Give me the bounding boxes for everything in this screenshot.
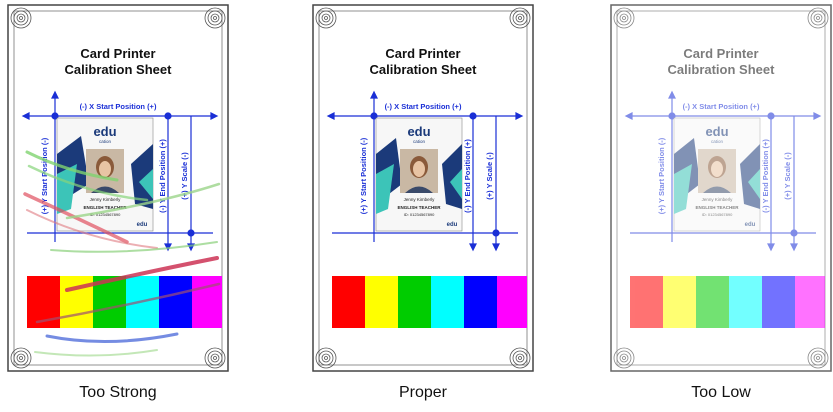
color-bars xyxy=(332,276,527,328)
card-logo-sub: cation xyxy=(99,139,112,144)
caption-too-low: Too Low xyxy=(691,384,751,401)
card-id: ID: 01234567890 xyxy=(702,212,733,217)
calibration-sheet-too-strong: Card Printer Calibration Sheet (-) X Sta… xyxy=(7,4,229,372)
caption-too-strong: Too Strong xyxy=(79,384,157,401)
card-small-logo: edu xyxy=(745,222,756,228)
id-card: edu cation Jenny Kimberly ENGLISH TEACHE… xyxy=(375,117,463,232)
card-logo: edu xyxy=(705,124,728,139)
card-logo: edu xyxy=(407,124,430,139)
sheet-title-line2: Calibration Sheet xyxy=(668,62,776,77)
card-role: ENGLISH TEACHER xyxy=(695,205,739,210)
sheet-title-line1: Card Printer xyxy=(683,46,758,61)
y-end-label: (-) Y End Position (+) xyxy=(463,139,472,213)
card-logo-sub: cation xyxy=(413,139,426,144)
card-name: Jenny Kimberly xyxy=(404,197,436,202)
caption-proper: Proper xyxy=(398,384,448,401)
x-start-label: (-) X Start Position (+) xyxy=(80,102,157,111)
card-name: Jenny Kimberly xyxy=(702,197,734,202)
y-start-label: (+) Y Start Position (-) xyxy=(657,137,666,214)
y-start-label: (+) Y Start Position (-) xyxy=(359,137,368,214)
sheet-title-line2: Calibration Sheet xyxy=(370,62,478,77)
color-bars xyxy=(27,276,222,328)
card-small-logo: edu xyxy=(447,222,458,228)
x-start-label: (-) X Start Position (+) xyxy=(683,102,760,111)
calibration-sheet-proper: Card Printer Calibration Sheet (-) X Sta… xyxy=(312,4,534,372)
id-card: edu cation Jenny Kimberly ENGLISH TEACHE… xyxy=(673,117,761,232)
color-bars xyxy=(630,276,825,328)
sheet-title-line1: Card Printer xyxy=(385,46,460,61)
y-scale-label: (+) Y Scale (-) xyxy=(783,152,792,200)
y-scale-label: (+) Y Scale (-) xyxy=(485,152,494,200)
card-logo: edu xyxy=(93,124,116,139)
y-end-label: (-) Y End Position (+) xyxy=(761,139,770,213)
card-name: Jenny Kimberly xyxy=(90,197,122,202)
card-id: ID: 01234567890 xyxy=(404,212,435,217)
x-start-label: (-) X Start Position (+) xyxy=(385,102,462,111)
y-end-label: (-) Y End Position (+) xyxy=(158,139,167,213)
card-logo-sub: cation xyxy=(711,139,724,144)
calibration-sheet-too-low: Card Printer Calibration Sheet (-) X Sta… xyxy=(610,4,832,372)
card-small-logo: edu xyxy=(137,222,148,228)
sheet-title-line1: Card Printer xyxy=(80,46,155,61)
card-role: ENGLISH TEACHER xyxy=(397,205,441,210)
sheet-title-line2: Calibration Sheet xyxy=(65,62,173,77)
